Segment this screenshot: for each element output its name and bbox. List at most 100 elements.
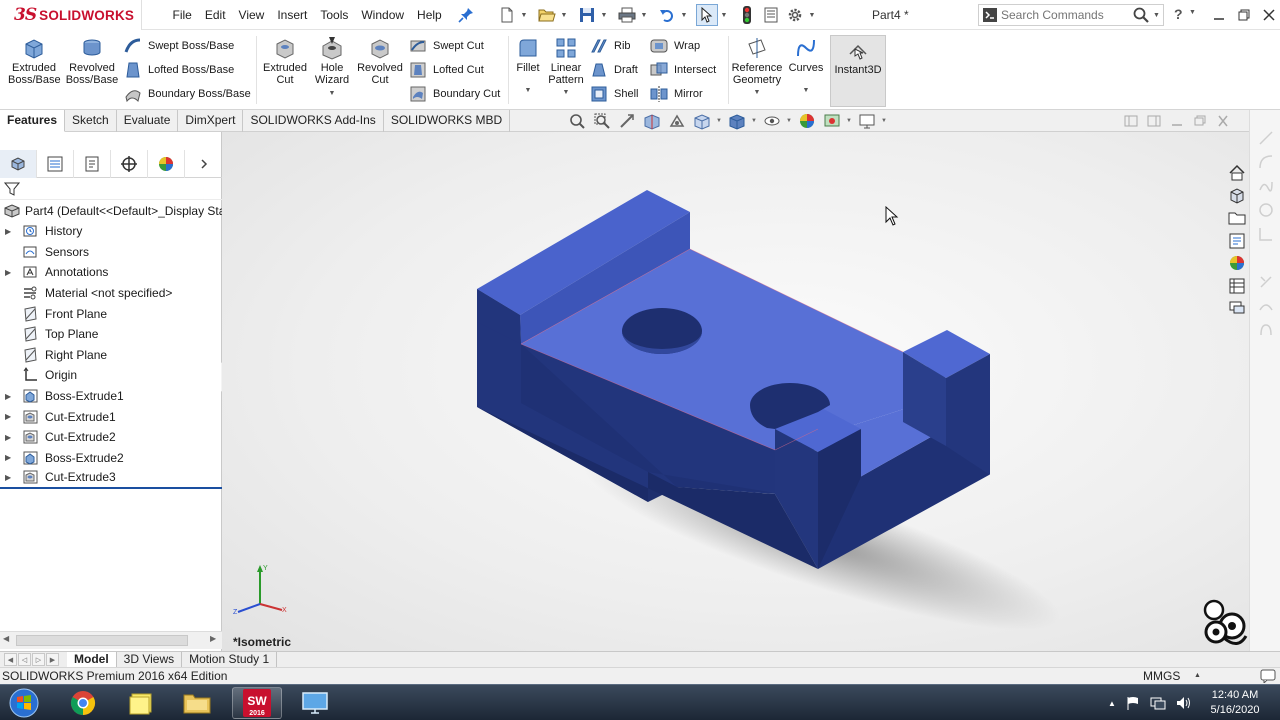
sketch-offset-icon[interactable] [1258, 298, 1274, 314]
menu-window[interactable]: Window [355, 0, 411, 30]
reference-geometry-button[interactable]: Reference Geometry ▼ [730, 36, 784, 99]
feature-tree-root-part[interactable]: Part4 (Default<<Default>_Display State [0, 200, 222, 221]
tab-dimxpert[interactable]: DimXpert [178, 110, 244, 132]
apply-scene-button[interactable] [821, 110, 843, 132]
linear-pattern-button[interactable]: Linear Pattern ▼ [546, 36, 586, 99]
swept-boss-button[interactable]: Swept Boss/Base [124, 35, 234, 57]
view-settings-button[interactable] [856, 110, 878, 132]
apply-scene-dropdown-arrow[interactable]: ▼ [846, 118, 853, 124]
sketch-circle-icon[interactable] [1258, 202, 1274, 218]
pin-menu-icon[interactable] [458, 7, 474, 23]
save-button[interactable] [576, 4, 598, 26]
design-library-button[interactable] [1225, 185, 1249, 208]
close-button[interactable] [1256, 0, 1280, 30]
expand-arrow-icon[interactable]: ▶ [5, 453, 15, 462]
swept-cut-button[interactable]: Swept Cut [409, 35, 484, 57]
lofted-boss-button[interactable]: Lofted Boss/Base [124, 59, 234, 81]
viewport-restore-icon[interactable] [1193, 115, 1207, 127]
undo-dropdown-arrow[interactable]: ▼ [680, 4, 688, 26]
rotate-view-robot-icon[interactable] [1194, 594, 1249, 651]
solidworks-logo[interactable]: 3S SOLIDWORKS [0, 0, 142, 30]
rebuild-button[interactable] [736, 4, 758, 26]
open-button[interactable] [536, 4, 558, 26]
select-button[interactable] [696, 4, 718, 26]
menu-insert[interactable]: Insert [271, 0, 314, 30]
viewport-split-right-icon[interactable] [1147, 115, 1161, 127]
boundary-boss-button[interactable]: Boundary Boss/Base [124, 83, 251, 105]
feature-tree-item[interactable]: Material <not specified> [0, 283, 222, 304]
tab-property-manager[interactable] [37, 150, 74, 178]
feature-tree-item[interactable]: Sensors [0, 242, 222, 263]
lofted-cut-button[interactable]: Lofted Cut [409, 59, 484, 81]
display-style-button[interactable] [726, 110, 748, 132]
extruded-cut-button[interactable]: Extruded Cut [260, 36, 310, 86]
tab-evaluate[interactable]: Evaluate [117, 110, 179, 132]
volume-icon[interactable] [1175, 695, 1191, 711]
feature-tree-item[interactable]: Front Plane [0, 303, 222, 324]
taskbar-remote-desktop[interactable] [290, 687, 340, 719]
extruded-boss-button[interactable]: Extruded Boss/Base [8, 36, 61, 86]
expand-arrow-icon[interactable]: ▶ [5, 227, 15, 236]
solidworks-resources-button[interactable] [1225, 162, 1249, 185]
network-icon[interactable] [1150, 695, 1166, 711]
instant3d-button[interactable]: Instant3D [830, 35, 886, 107]
revolved-boss-button[interactable]: Revolved Boss/Base [64, 36, 120, 86]
hide-show-dropdown-arrow[interactable]: ▼ [786, 118, 793, 124]
view-orientation-dropdown-arrow[interactable]: ▼ [716, 118, 723, 124]
view-palette-button[interactable] [1225, 230, 1249, 253]
tab-features[interactable]: Features [0, 110, 66, 132]
linear-pattern-dropdown-arrow[interactable]: ▼ [546, 87, 586, 99]
wrap-button[interactable]: Wrap [650, 35, 700, 57]
prev-tab-arrow[interactable]: ◁ [18, 653, 31, 666]
graphics-area[interactable]: X Z Y *Isometric [222, 132, 1249, 651]
sketch-slot-icon[interactable] [1258, 322, 1274, 338]
tab-display-manager[interactable] [148, 150, 185, 178]
view-orientation-button[interactable] [691, 110, 713, 132]
taskbar-file-explorer[interactable] [172, 687, 222, 719]
undo-button[interactable] [656, 4, 678, 26]
boundary-cut-button[interactable]: Boundary Cut [409, 83, 500, 105]
action-center-flag-icon[interactable] [1125, 695, 1141, 711]
tab-model[interactable]: Model [67, 652, 117, 668]
feature-tree-item[interactable]: Right Plane [0, 345, 222, 366]
3d-model[interactable] [222, 132, 1249, 651]
menu-edit[interactable]: Edit [198, 0, 232, 30]
select-dropdown-arrow[interactable]: ▼ [720, 4, 728, 26]
sketch-spline-icon[interactable] [1258, 178, 1274, 194]
options-dropdown-arrow[interactable]: ▼ [808, 4, 816, 26]
viewport-minimize-icon[interactable] [1170, 115, 1184, 127]
hole-wizard-button[interactable]: Hole Wizard ▼ [310, 36, 354, 100]
intersect-button[interactable]: Intersect [650, 59, 716, 81]
section-view-button[interactable] [641, 110, 663, 132]
menu-file[interactable]: File [166, 0, 198, 30]
sketch-corner-icon[interactable] [1258, 226, 1274, 242]
feature-tree-item[interactable]: ▶ Annotations [0, 262, 222, 283]
expand-arrow-icon[interactable]: ▶ [5, 412, 15, 421]
expand-arrow-icon[interactable]: ▶ [5, 268, 15, 277]
revolved-cut-button[interactable]: Revolved Cut [356, 36, 404, 86]
minimize-button[interactable] [1206, 0, 1231, 30]
draft-button[interactable]: Draft [590, 59, 638, 81]
search-dropdown-arrow[interactable]: ▼ [1153, 12, 1160, 19]
appearances-button[interactable] [1225, 252, 1249, 275]
viewport-close-icon[interactable] [1216, 115, 1230, 127]
mirror-button[interactable]: Mirror [650, 83, 703, 105]
first-tab-arrow[interactable]: ◀ [4, 653, 17, 666]
previous-view-button[interactable] [616, 110, 638, 132]
tab-configuration-manager[interactable] [74, 150, 111, 178]
print-button[interactable] [616, 4, 638, 26]
open-dropdown-arrow[interactable]: ▼ [560, 4, 568, 26]
status-bar-message-icon[interactable] [1260, 669, 1276, 683]
new-document-button[interactable] [496, 4, 518, 26]
tab-feature-tree[interactable] [0, 150, 37, 178]
tab-more-arrow[interactable] [185, 150, 222, 178]
edit-appearance-button[interactable] [796, 110, 818, 132]
reference-triad-icon[interactable]: X Z Y [230, 562, 290, 622]
view-settings-dropdown-arrow[interactable]: ▼ [881, 118, 888, 124]
taskbar-clock[interactable]: 12:40 AM 5/16/2020 [1200, 688, 1270, 718]
last-tab-arrow[interactable]: ▶ [46, 653, 59, 666]
tab-solidworks-mbd[interactable]: SOLIDWORKS MBD [384, 110, 511, 132]
feature-tree-horizontal-scrollbar[interactable]: ◀ ▶ [0, 631, 222, 649]
forum-button[interactable] [1225, 297, 1249, 320]
expand-arrow-icon[interactable]: ▶ [5, 433, 15, 442]
